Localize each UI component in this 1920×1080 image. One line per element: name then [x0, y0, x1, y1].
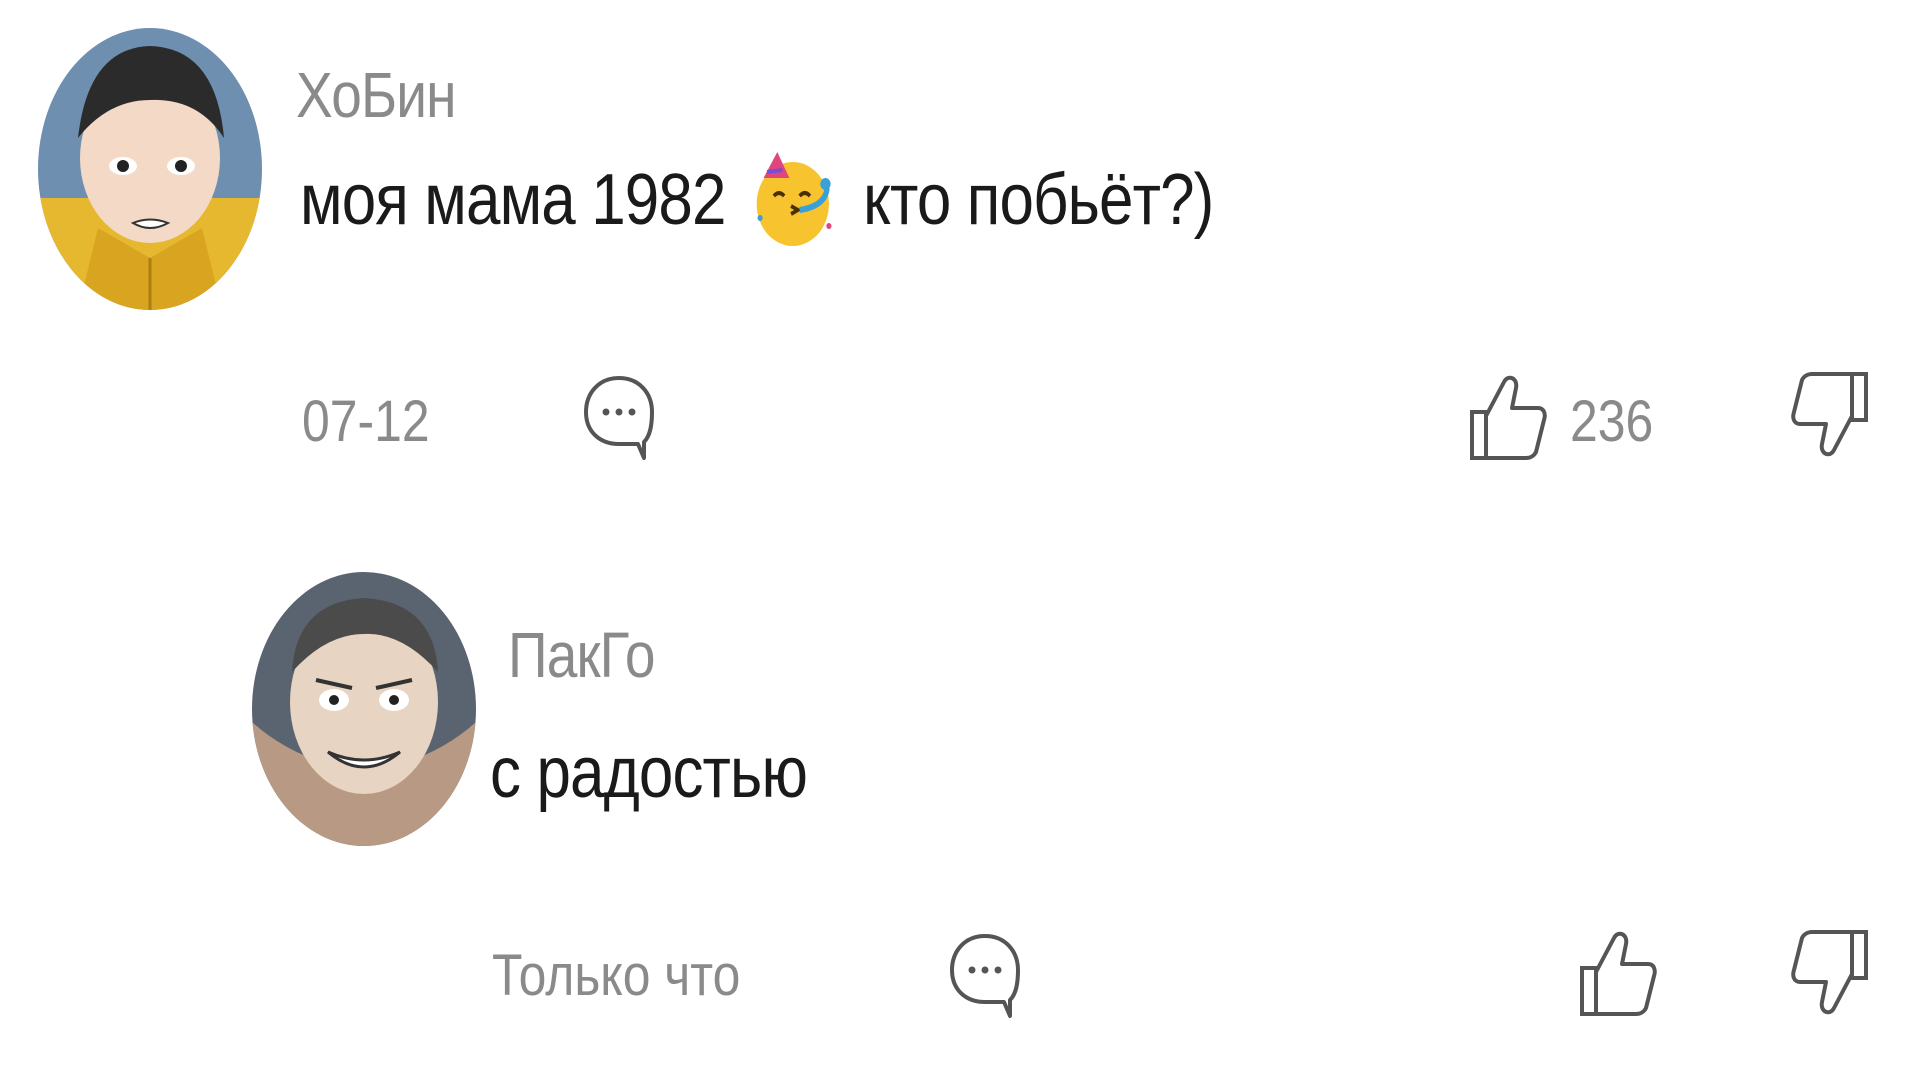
user-avatar-image: [252, 572, 476, 846]
dislike-icon[interactable]: [1790, 928, 1870, 1018]
comment-2: ПакГо с радостью Только что: [0, 0, 1920, 1080]
avatar[interactable]: [252, 572, 476, 846]
comment-text: с радостью: [490, 733, 808, 813]
reply-icon[interactable]: [946, 930, 1024, 1022]
like-icon[interactable]: [1578, 928, 1658, 1018]
username[interactable]: ПакГо: [508, 618, 656, 692]
comment-date: Только что: [492, 943, 741, 1008]
